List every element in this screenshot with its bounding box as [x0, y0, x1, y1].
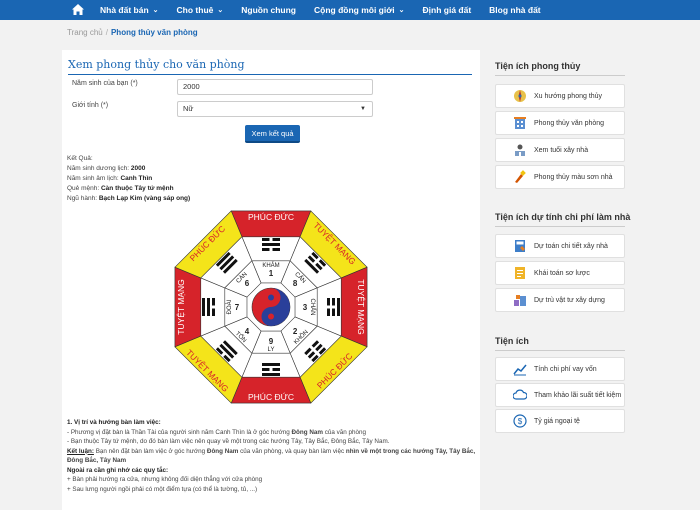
sidebar-item-phong-thuy-van-phong[interactable]: Phong thủy văn phòng [495, 111, 625, 135]
bagua-number: 6 [245, 279, 250, 288]
bagua-number: 1 [269, 269, 274, 278]
svg-text:$: $ [518, 417, 523, 426]
materials-icon [513, 293, 527, 307]
title-divider [68, 74, 472, 75]
breadcrumb-current: Phong thủy văn phòng [110, 28, 198, 37]
chevron-down-icon: ⌄ [152, 7, 159, 14]
bagua-number: 4 [245, 327, 250, 336]
bagua-number: 2 [293, 327, 298, 336]
chevron-down-icon: ⌄ [217, 7, 224, 14]
bagua-diagram: PHÚC ĐỨCKHẢM1TUYỆT MẠNGCẤN8 TUYỆT MẠNGCHẤ… [174, 210, 368, 404]
bagua-outer-label: PHÚC ĐỨC [248, 392, 294, 402]
sidebar-item-ty-gia[interactable]: $ Tỷ giá ngoại tệ [495, 409, 625, 433]
bagua-number: 9 [269, 337, 274, 346]
sidebar-item-du-tru[interactable]: Dự trù vật tư xây dựng [495, 288, 625, 312]
nav-item-cho-thue[interactable]: Cho thuê ⌄ [177, 5, 224, 15]
sidebar-heading-tien-ich: Tiện ích [495, 336, 635, 351]
bagua-number: 7 [235, 303, 240, 312]
dollar-icon: $ [513, 414, 527, 428]
bagua-outer-label: TUYỆT MẠNG [356, 279, 366, 335]
chart-icon [513, 362, 527, 376]
breadcrumb: Trang chủ / Phong thủy văn phòng [67, 28, 198, 37]
page-title: Xem phong thủy cho văn phòng [68, 58, 245, 71]
sidebar-heading-phong-thuy: Tiện ích phong thủy [495, 61, 635, 76]
bagua-direction-name: CHẤN [309, 298, 316, 315]
bagua-outer-label: TUYỆT MẠNG [176, 279, 186, 335]
main-panel: Xem phong thủy cho văn phòng Năm sinh củ… [62, 50, 480, 510]
bagua-number: 3 [303, 303, 308, 312]
sidebar-item-mau-son[interactable]: Phong thủy màu sơn nhà [495, 165, 625, 189]
result-block: Kết Quả: Năm sinh dương lịch: 2000 Năm s… [67, 155, 191, 202]
gender-label: Giới tính (*) [72, 102, 109, 109]
chevron-down-icon: ⌄ [398, 7, 405, 14]
sidebar-item-du-toan[interactable]: Dự toán chi tiết xây nhà [495, 234, 625, 258]
nav-item-nguon-chung[interactable]: Nguồn chung [241, 5, 296, 15]
sidebar-item-lai-suat[interactable]: Tham khảo lãi suất tiết kiệm [495, 383, 625, 407]
year-input[interactable]: 2000 [177, 79, 373, 95]
sidebar-item-xem-tuoi[interactable]: Xem tuổi xây nhà [495, 138, 625, 162]
top-navbar: Nhà đất bán ⌄ Cho thuê ⌄ Nguồn chung Cộng … [0, 0, 700, 20]
calculator-icon [513, 239, 527, 253]
nav-item-dinh-gia[interactable]: Định giá đất [423, 5, 472, 15]
bagua-direction-name: LY [268, 347, 275, 353]
sidebar-heading-chi-phi: Tiện ích dự tính chi phí làm nhà [495, 212, 635, 227]
submit-button[interactable]: Xem kết quả [245, 125, 300, 143]
sidebar-item-khai-toan[interactable]: Khái toán sơ lược [495, 261, 625, 285]
breadcrumb-home[interactable]: Trang chủ [67, 28, 103, 37]
yin-yang-icon [251, 287, 291, 327]
paint-brush-icon [513, 170, 527, 184]
house-build-icon [513, 143, 527, 157]
nav-item-blog[interactable]: Blog nhà đất [489, 5, 540, 15]
bagua-direction-name: ĐOÀI [226, 299, 233, 314]
year-label: Năm sinh của bạn (*) [72, 80, 138, 87]
advice-notes: 1. Vị trí và hướng bàn làm việc: - Phươn… [67, 419, 476, 493]
compass-icon [513, 89, 527, 103]
sidebar-item-xu-huong[interactable]: Xu hướng phong thủy [495, 84, 625, 108]
home-icon[interactable] [72, 4, 86, 16]
nav-item-cong-dong[interactable]: Cộng đồng môi giới ⌄ [314, 5, 405, 15]
cloud-icon [513, 388, 527, 402]
sidebar-item-chi-phi-vay[interactable]: Tính chi phí vay vốn [495, 357, 625, 381]
bagua-number: 8 [293, 279, 298, 288]
caret-down-icon: ▼ [360, 106, 366, 112]
bagua-outer-label: PHÚC ĐỨC [248, 212, 294, 222]
document-icon [513, 266, 527, 280]
gender-select[interactable]: Nữ ▼ [177, 101, 373, 117]
nav-item-nha-dat-ban[interactable]: Nhà đất bán ⌄ [100, 5, 159, 15]
office-building-icon [513, 116, 527, 130]
